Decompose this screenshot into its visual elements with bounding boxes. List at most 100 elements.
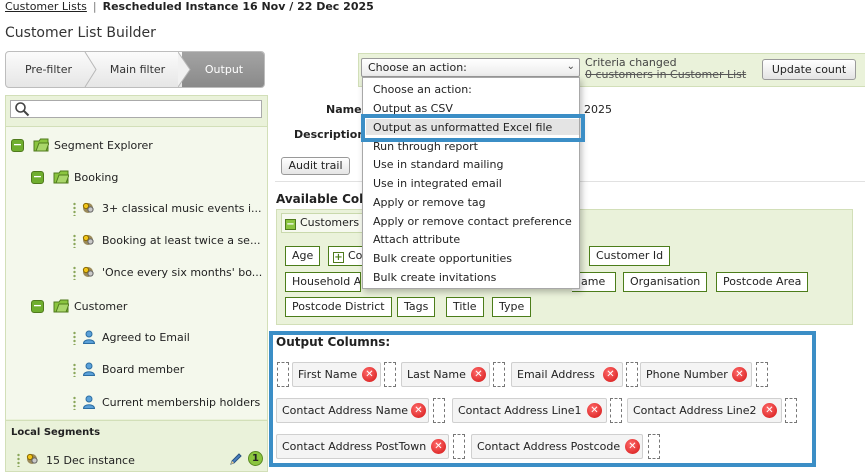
tree-root-label[interactable]: Segment Explorer [54, 137, 153, 155]
drop-slot[interactable] [648, 434, 660, 459]
drag-handle[interactable] [73, 396, 76, 410]
output-column-label: Contact Address Line1 [458, 404, 582, 417]
step-output[interactable]: Output [182, 52, 264, 87]
remove-icon[interactable]: ✕ [732, 367, 747, 382]
drag-handle[interactable] [73, 202, 76, 216]
drag-handle[interactable] [17, 453, 20, 467]
collapse-toggle-customer[interactable]: − [31, 300, 44, 313]
output-column-label: First Name [298, 368, 358, 381]
remove-icon[interactable]: ✕ [411, 403, 426, 418]
menu-item-attach-attribute[interactable]: Attach attribute [373, 233, 460, 246]
output-column-contact-address-line2[interactable]: Contact Address Line2 ✕ [627, 398, 782, 423]
drag-handle[interactable] [73, 266, 76, 280]
output-column-label: Phone Number [646, 368, 728, 381]
output-column-contact-address-posttown[interactable]: Contact Address PostTown ✕ [276, 434, 449, 459]
search-icon [15, 102, 30, 117]
output-column-email-address[interactable]: Email Address ✕ [511, 362, 623, 387]
column-tag-postcode-area[interactable]: Postcode Area [716, 272, 809, 292]
output-column-phone-number[interactable]: Phone Number ✕ [640, 362, 752, 387]
collapse-toggle[interactable]: − [285, 219, 296, 230]
pencil-icon[interactable] [229, 452, 243, 466]
output-column-contact-address-name[interactable]: Contact Address Name ✕ [276, 398, 429, 423]
tree-group-customer[interactable]: Customer [74, 298, 127, 316]
remove-icon[interactable]: ✕ [762, 403, 777, 418]
output-column-label: Contact Address PostTown [282, 440, 427, 453]
action-select[interactable]: Choose an action: ⌄ [361, 58, 580, 77]
tree-item[interactable]: Board member [102, 361, 184, 379]
menu-item-standard-mailing[interactable]: Use in standard mailing [373, 158, 503, 171]
menu-item-bulk-invitations[interactable]: Bulk create invitations [373, 271, 496, 284]
menu-item-contact-preference[interactable]: Apply or remove contact preference [373, 215, 572, 228]
name-label: Name [326, 103, 362, 116]
collapse-toggle-booking[interactable]: − [31, 171, 44, 184]
customers-group-label: Customers [300, 216, 360, 229]
column-tag-postcode-district[interactable]: Postcode District [285, 297, 392, 317]
folder-icon [53, 170, 69, 184]
column-tag-organisation[interactable]: Organisation [623, 272, 708, 292]
remove-icon[interactable]: ✕ [362, 367, 377, 382]
column-tag-title[interactable]: Title [446, 297, 484, 317]
segment-count-badge: 1 [248, 451, 263, 466]
remove-icon[interactable]: ✕ [431, 439, 446, 454]
column-tag-tags[interactable]: Tags [397, 297, 436, 317]
folder-icon [53, 299, 69, 313]
remove-icon[interactable]: ✕ [625, 439, 640, 454]
output-column-contact-address-line1[interactable]: Contact Address Line1 ✕ [452, 398, 607, 423]
segment-icon [26, 453, 38, 464]
drop-slot[interactable] [277, 362, 289, 387]
drop-slot[interactable] [610, 398, 622, 423]
action-select-value: Choose an action: [368, 61, 467, 74]
page-title: Customer List Builder [5, 25, 156, 41]
tree-item[interactable]: Booking at least twice a se... [102, 232, 260, 250]
drag-handle[interactable] [73, 363, 76, 377]
tree-item[interactable]: Current membership holders [102, 394, 260, 412]
audit-trail-button[interactable]: Audit trail [281, 157, 350, 175]
tree-item[interactable]: 'Once every six months' bo... [102, 264, 262, 282]
person-icon [82, 330, 96, 344]
drop-slot[interactable] [433, 398, 445, 423]
menu-item-apply-tag[interactable]: Apply or remove tag [373, 196, 486, 209]
tree-item[interactable]: 3+ classical music events i... [102, 200, 262, 218]
output-column-label: Email Address [517, 368, 595, 381]
remove-icon[interactable]: ✕ [471, 367, 486, 382]
step-active-arrow [178, 52, 191, 87]
remove-icon[interactable]: ✕ [603, 367, 618, 382]
column-tag-label: Co [348, 249, 363, 262]
tree-group-booking[interactable]: Booking [74, 169, 118, 187]
menu-item-bulk-opportunities[interactable]: Bulk create opportunities [373, 252, 512, 265]
output-column-label: Contact Address Line2 [633, 404, 757, 417]
column-tag-type[interactable]: Type [492, 297, 532, 317]
drag-handle[interactable] [73, 234, 76, 248]
drop-slot[interactable] [384, 362, 396, 387]
column-tag-group[interactable]: + Co [328, 246, 364, 266]
drop-slot[interactable] [626, 362, 638, 387]
drag-handle[interactable] [73, 331, 76, 345]
column-tag-customer-id[interactable]: Customer Id [589, 246, 671, 266]
step-pre-filter[interactable]: Pre-filter [6, 52, 91, 87]
available-columns-title: Available Col [276, 192, 364, 206]
output-column-contact-address-postcode[interactable]: Contact Address Postcode ✕ [471, 434, 643, 459]
output-column-last-name[interactable]: Last Name ✕ [401, 362, 490, 387]
collapse-toggle-segment-explorer[interactable]: − [11, 139, 24, 152]
remove-icon[interactable]: ✕ [587, 403, 602, 418]
drop-slot[interactable] [785, 398, 797, 423]
drop-slot[interactable] [756, 362, 768, 387]
customers-group-header[interactable]: − Customers [281, 213, 375, 233]
update-count-button[interactable]: Update count [762, 59, 856, 80]
local-segment-item[interactable]: 15 Dec instance [46, 454, 135, 467]
output-column-label: Contact Address Postcode [477, 440, 621, 453]
menu-item-integrated-email[interactable]: Use in integrated email [373, 177, 502, 190]
segment-search-input[interactable] [10, 100, 262, 118]
drop-slot[interactable] [493, 362, 505, 387]
expand-icon: + [333, 252, 344, 263]
tree-item[interactable]: Agreed to Email [102, 329, 190, 347]
breadcrumb-link-customer-lists[interactable]: Customer Lists [5, 0, 87, 13]
output-column-first-name[interactable]: First Name ✕ [292, 362, 381, 387]
column-tag-age[interactable]: Age [285, 246, 321, 266]
breadcrumb: Customer Lists | Rescheduled Instance 16 N… [5, 0, 374, 14]
drop-slot[interactable] [453, 434, 465, 459]
menu-item-choose-action[interactable]: Choose an action: [373, 83, 472, 96]
customer-count-text: 0 customers in Customer List [585, 68, 747, 81]
column-tag-household[interactable]: Household A [285, 272, 361, 292]
step-main-filter[interactable]: Main filter [94, 52, 181, 87]
